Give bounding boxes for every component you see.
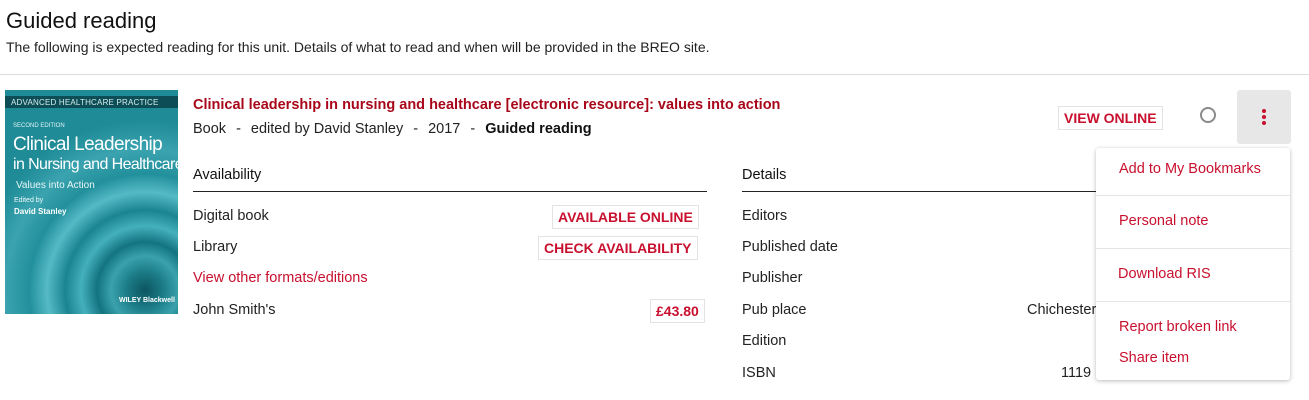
detail-label-isbn: ISBN [742,365,776,381]
availability-heading: Availability [193,167,262,183]
more-options-button[interactable] [1237,90,1291,144]
detail-label-publisher: Publisher [742,270,803,286]
cover-edited-by: Edited by [14,197,44,204]
other-formats-link[interactable]: View other formats/editions [193,270,368,286]
details-heading: Details [742,167,787,183]
item-type: Book [193,121,227,137]
detail-value-pub-place: Chichester [1027,302,1097,318]
cover-title-line1: Clinical Leadership [13,134,163,155]
available-online-button[interactable]: AVAILABLE ONLINE [552,205,699,229]
cover-subtitle: Values into Action [16,180,95,191]
detail-label-editors: Editors [742,208,788,224]
cover-series: ADVANCED HEALTHCARE PRACTICE [11,98,159,107]
item-year: 2017 [428,121,461,137]
menu-separator [1096,301,1290,302]
meta-separator: - [413,121,419,137]
price-button[interactable]: £43.80 [650,299,705,323]
meta-separator: - [470,121,476,137]
book-cover[interactable]: ADVANCED HEALTHCARE PRACTICE SECOND EDIT… [5,90,178,314]
menu-item-bookmarks[interactable]: Add to My Bookmarks [1119,161,1261,177]
section-divider [0,74,1309,75]
menu-item-report-broken-link[interactable]: Report broken link [1119,319,1237,335]
more-options-menu: Add to My Bookmarks Personal note Downlo… [1096,148,1290,380]
item-title[interactable]: Clinical leadership in nursing and healt… [193,97,780,113]
availability-label-digital: Digital book [193,208,269,224]
section-title: Guided reading [6,8,157,33]
details-rule [742,191,1102,192]
menu-item-download-ris[interactable]: Download RIS [1118,266,1211,282]
item-meta: Book - edited by David Stanley -2017- Guided… [193,121,592,137]
section-description: The following is expected reading for th… [6,39,710,55]
menu-item-share[interactable]: Share item [1119,350,1189,366]
check-availability-button[interactable]: CHECK AVAILABILITY [538,236,698,260]
detail-label-edition: Edition [742,333,787,349]
cover-author: David Stanley [14,207,67,216]
view-online-button[interactable]: VIEW ONLINE [1058,106,1163,130]
read-status-toggle[interactable] [1200,107,1216,123]
kebab-menu-icon [1262,109,1266,127]
cover-edition: SECOND EDITION [13,123,65,129]
detail-label-pub-place: Pub place [742,302,807,318]
seller-label: John Smith's [193,302,276,318]
availability-label-library: Library [193,239,238,255]
menu-separator [1096,248,1290,249]
meta-separator: - [236,121,241,137]
item-importance: Guided reading [485,121,592,137]
item-author: edited by David Stanley [250,121,404,137]
cover-title-line2: in Nursing and Healthcare [13,156,178,173]
availability-rule [193,191,707,192]
detail-value-isbn: 1119 [1061,365,1092,381]
detail-label-published-date: Published date [742,239,838,255]
cover-publisher-logo: WILEY Blackwell [119,297,175,304]
menu-separator [1096,195,1290,196]
menu-item-personal-note[interactable]: Personal note [1119,213,1208,229]
